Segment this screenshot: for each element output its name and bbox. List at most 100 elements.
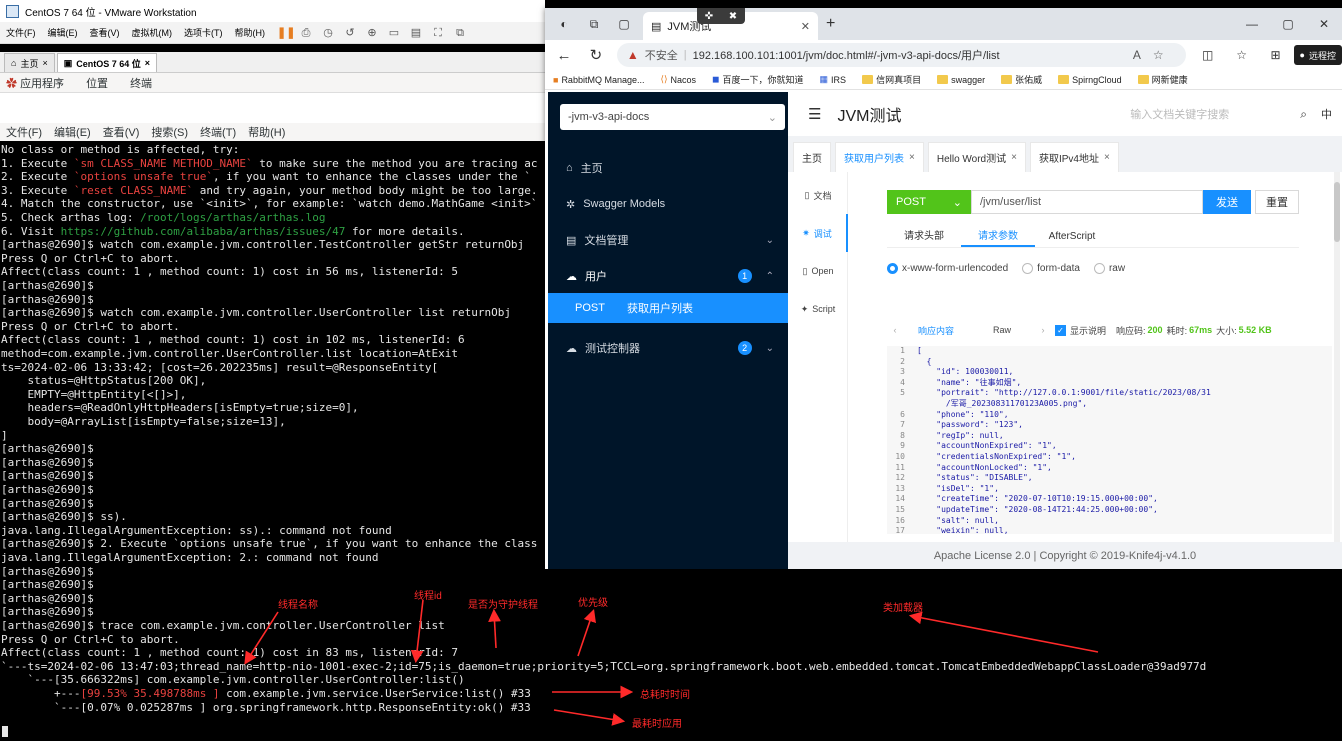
view-open[interactable]: ▯ Open <box>788 252 848 290</box>
subtab-params[interactable]: 请求参数 <box>961 226 1035 247</box>
bookmark-folder-zhang[interactable]: 张佑威 <box>1001 73 1042 86</box>
response-code-viewer[interactable]: 1[2 {3 "id": 100030011, 4 "name": "往事如烟",… <box>887 346 1332 534</box>
close-icon[interactable]: × <box>1011 152 1017 163</box>
subtab-afterscript[interactable]: AfterScript <box>1035 226 1109 247</box>
vm-menu-view[interactable]: 查看(V) <box>90 26 120 39</box>
term-menu-terminal[interactable]: 终端(T) <box>200 124 236 140</box>
chevron-left-icon[interactable]: ‹ <box>887 325 903 335</box>
term-menu-view[interactable]: 查看(V) <box>103 124 140 140</box>
project-select[interactable]: -jvm-v3-api-docs ⌄ <box>560 104 785 130</box>
read-aloud-icon[interactable]: A☆ <box>1133 48 1176 62</box>
bookmark-rabbitmq[interactable]: ■ RabbitMQ Manage... <box>553 75 644 85</box>
close-icon[interactable]: ✖ <box>729 11 737 22</box>
radio-form-data[interactable]: form-data <box>1022 263 1080 275</box>
pin-icon[interactable]: ✜ <box>705 11 713 22</box>
radio-raw[interactable]: raw <box>1093 263 1125 275</box>
close-icon[interactable]: × <box>909 152 915 163</box>
bookmark-folder-xinwang[interactable]: 信网真项目 <box>862 73 921 86</box>
radio-urlencoded[interactable]: x-www-form-urlencoded <box>887 263 1008 275</box>
vm-menu-file[interactable]: 文件(F) <box>6 26 36 39</box>
unity-icon[interactable]: ⧉ <box>453 26 467 40</box>
url-text[interactable]: 192.168.100.101:1001/jvm/doc.html#/-jvm-… <box>693 47 1000 63</box>
term-menu-help[interactable]: 帮助(H) <box>248 124 285 140</box>
code-line: 2 { <box>887 357 1332 368</box>
new-tab-icon[interactable]: + <box>826 15 835 33</box>
vm-menu-vm[interactable]: 虚拟机(M) <box>132 26 173 39</box>
vm-menu-edit[interactable]: 编辑(E) <box>48 26 78 39</box>
doc-tab-hello-word[interactable]: Hello Word测试 × <box>927 142 1026 172</box>
insecure-label[interactable]: 不安全 <box>645 47 678 63</box>
pause-icon[interactable]: ❚❚ <box>277 26 295 40</box>
minimize-icon[interactable]: — <box>1234 8 1270 40</box>
snapshot-icon[interactable]: ◷ <box>321 26 335 40</box>
bookmark-folder-springcloud[interactable]: SpirngCloud <box>1058 75 1122 85</box>
chevron-right-icon[interactable]: › <box>1035 325 1051 335</box>
sidebar-api-get-user-list[interactable]: POST 获取用户列表 <box>548 293 788 323</box>
collections-icon[interactable]: ⊞ <box>1264 48 1288 62</box>
sidebar-item-home[interactable]: ⌂ 主页 <box>548 150 788 186</box>
vm-tab-home[interactable]: ⌂ 主页 × <box>4 53 55 72</box>
close-icon[interactable]: × <box>42 58 47 68</box>
revert-icon[interactable]: ↺ <box>343 26 357 40</box>
gnome-places[interactable]: 位置 <box>86 75 108 91</box>
app-title: JVM测试 <box>837 108 902 125</box>
fullscreen-icon[interactable]: ⛶ <box>431 26 445 40</box>
gnome-terminal[interactable]: 终端 <box>130 75 152 91</box>
show-desc-checkbox[interactable]: ✓ <box>1055 324 1066 336</box>
search-icon[interactable]: ⌕ <box>1300 107 1307 122</box>
view-debug[interactable]: ✷ 调试 <box>788 214 848 252</box>
menu-fold-icon[interactable]: ☰ <box>808 105 821 123</box>
vm-menu-help[interactable]: 帮助(H) <box>235 26 266 39</box>
view-script[interactable]: ✦ Script <box>788 290 848 328</box>
bookmark-irs[interactable]: ▦ IRS <box>820 74 847 85</box>
bookmark-baidu[interactable]: ◼ 百度一下，你就知道 <box>712 73 804 86</box>
reset-button[interactable]: 重置 <box>1255 190 1299 214</box>
collections-icon[interactable]: ⧉ <box>583 13 605 35</box>
split-icon[interactable]: ▤ <box>409 26 423 40</box>
send-button[interactable]: 发送 <box>1203 190 1251 214</box>
code-line: /军哥_20230831170123A005.png", <box>887 399 1332 410</box>
address-bar[interactable]: ▲ 不安全 | 192.168.100.101:1001/jvm/doc.htm… <box>616 43 1186 67</box>
vm-tab-centos[interactable]: ▣ CentOS 7 64 位 × <box>56 53 158 72</box>
term-menu-file[interactable]: 文件(F) <box>6 124 42 140</box>
manage-snapshot-icon[interactable]: ⊕ <box>365 26 379 40</box>
close-icon[interactable]: × <box>145 58 150 68</box>
resp-tab-raw[interactable]: Raw <box>969 325 1035 335</box>
favorites-icon[interactable]: ☆ <box>1230 48 1254 62</box>
sidebar-item-swagger-models[interactable]: ✲ Swagger Models <box>548 186 788 222</box>
term-menu-edit[interactable]: 编辑(E) <box>54 124 91 140</box>
method-select[interactable]: POST ⌄ <box>887 190 971 214</box>
doc-tab-ipv4[interactable]: 获取IPv4地址 × <box>1029 142 1119 172</box>
maximize-icon[interactable]: ▢ <box>1270 8 1306 40</box>
send-keys-icon[interactable]: ⎙ <box>299 26 313 40</box>
content-scrollbar[interactable] <box>1334 172 1340 542</box>
view-doc[interactable]: ▯ 文档 <box>788 176 848 214</box>
subtab-headers[interactable]: 请求头部 <box>887 226 961 247</box>
bookmark-nacos[interactable]: ⟨⟩ Nacos <box>660 74 696 85</box>
layout-icon[interactable]: ▭ <box>387 26 401 40</box>
sidebar-item-doc-manage[interactable]: ▤ 文档管理 ⌄ <box>548 222 788 258</box>
doc-tab-get-user-list[interactable]: 获取用户列表 × <box>835 142 924 172</box>
close-window-icon[interactable]: ✕ <box>1306 8 1342 40</box>
back-icon[interactable]: ← <box>551 47 577 64</box>
language-switch[interactable]: 中 <box>1321 106 1332 122</box>
resp-tab-content[interactable]: 响应内容 <box>903 324 969 337</box>
term-menu-search[interactable]: 搜索(S) <box>151 124 188 140</box>
profile-icon[interactable]: ◐ <box>553 13 575 35</box>
refresh-icon[interactable]: ↻ <box>583 46 609 64</box>
doc-tab-home[interactable]: 主页 <box>793 142 831 172</box>
gnome-applications[interactable]: ✿ 应用程序 <box>6 75 64 91</box>
folder-icon <box>1137 75 1149 84</box>
vm-menu-tabs[interactable]: 选项卡(T) <box>184 26 223 39</box>
split-screen-icon[interactable]: ◫ <box>1196 48 1220 62</box>
sidebar-item-test-controller[interactable]: ☁ 测试控制器 2 ⌄ <box>548 330 788 366</box>
doc-search-input[interactable]: 输入文档关键字搜索 <box>1130 106 1290 122</box>
request-path-input[interactable]: /jvm/user/list <box>971 190 1203 214</box>
tab-actions-icon[interactable]: ▢ <box>613 13 635 35</box>
bookmark-folder-swagger[interactable]: swagger <box>937 75 985 85</box>
close-icon[interactable]: ✕ <box>801 20 810 33</box>
remote-control-button[interactable]: ● 远程控 <box>1293 45 1342 65</box>
close-icon[interactable]: × <box>1104 152 1110 163</box>
bookmark-folder-health[interactable]: 网新健康 <box>1137 73 1188 86</box>
sidebar-item-user[interactable]: ☁ 用户 1 ⌃ <box>548 258 788 294</box>
